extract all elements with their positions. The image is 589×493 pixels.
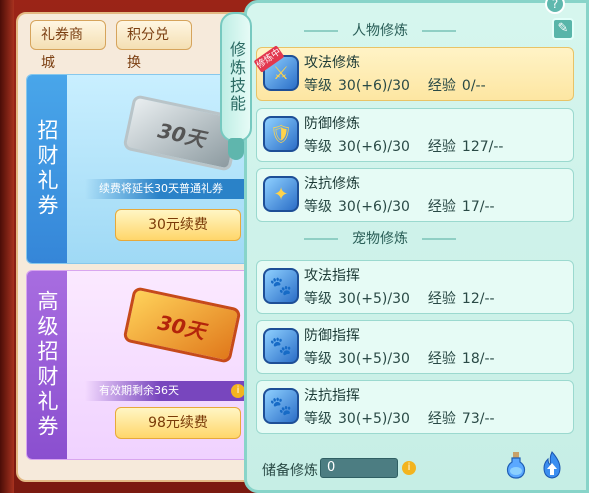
exp-label: 经验 — [427, 139, 456, 155]
info-icon[interactable]: i — [231, 384, 245, 398]
exp-label: 经验 — [427, 351, 456, 367]
premium-coupon-card: 高级招财礼券 30天 有效期剩余36天 i 98元续费 — [26, 270, 258, 460]
skill-row-magic-resist[interactable]: ✦ 法抗修炼 等级 30(+6)/30 经验 17/-- — [256, 168, 574, 222]
level-label: 等级 — [304, 78, 332, 94]
skill-stats: 等级 30(+6)/30 经验 17/-- — [304, 196, 495, 216]
skill-stats: 等级 30(+6)/30 经验 127/-- — [304, 136, 503, 156]
tab-tassel-decoration — [228, 138, 244, 160]
exp-label: 经验 — [427, 199, 456, 215]
exp-value: 18/-- — [461, 351, 495, 367]
info-icon[interactable]: i — [402, 461, 416, 475]
exp-label: 经验 — [427, 291, 456, 307]
level-value: 30(+5)/30 — [338, 351, 410, 367]
exp-value: 127/-- — [461, 139, 504, 155]
skill-stats: 等级 30(+5)/30 经验 73/-- — [304, 408, 495, 428]
skill-name: 法抗指挥 — [304, 388, 360, 404]
level-label: 等级 — [304, 351, 332, 367]
level-value: 30(+6)/30 — [338, 139, 410, 155]
skill-stats: 等级 30(+5)/30 经验 12/-- — [304, 288, 495, 308]
edit-icon[interactable]: ✎ — [552, 18, 574, 40]
magic-shield-icon: ✦ — [263, 176, 299, 212]
card-note: 续费将延长30天普通礼券 — [85, 179, 257, 199]
skill-name: 攻法指挥 — [304, 268, 360, 284]
skill-row-pet-defense[interactable]: 🐾 防御指挥 等级 30(+5)/30 经验 18/-- — [256, 320, 574, 374]
level-label: 等级 — [304, 291, 332, 307]
reserve-value-field: 0 — [320, 458, 398, 478]
skill-stats: 等级 30(+6)/30 经验 0/-- — [304, 75, 486, 95]
level-value: 30(+5)/30 — [338, 411, 410, 427]
flame-upgrade-icon[interactable] — [538, 450, 566, 480]
renew-button[interactable]: 30元续费 — [115, 209, 241, 241]
level-label: 等级 — [304, 139, 332, 155]
shield-icon: 🛡 — [263, 116, 299, 152]
exp-value: 0/-- — [461, 78, 486, 94]
premium-ticket-image: 30天 — [122, 286, 242, 364]
section-character: 人物修炼 — [300, 20, 460, 42]
flame-icon-svg — [543, 451, 561, 479]
exp-value: 17/-- — [461, 199, 495, 215]
skill-row-attack-magic[interactable]: ⚔ 修炼中 攻法修炼 等级 30(+6)/30 经验 0/-- — [253, 45, 574, 101]
skill-name: 法抗修炼 — [304, 176, 360, 192]
tab-points-exchange[interactable]: 积分兑换 — [116, 20, 192, 71]
paw-shield-icon: 🐾 — [263, 328, 299, 364]
skill-name: 防御指挥 — [304, 328, 360, 344]
paw-attack-icon: 🐾 — [263, 268, 299, 304]
skill-name: 防御修炼 — [304, 116, 360, 132]
renew-button[interactable]: 98元续费 — [115, 407, 241, 439]
tab-cultivation-skills[interactable]: 修炼技能 — [220, 12, 252, 142]
potion-icon-svg — [506, 452, 526, 479]
reserve-label: 储备修炼 — [262, 463, 318, 479]
tab-coupon-mall[interactable]: 礼券商城 — [30, 20, 106, 71]
exp-label: 经验 — [427, 78, 456, 94]
section-pet: 宠物修炼 — [300, 228, 460, 250]
exp-label: 经验 — [427, 411, 456, 427]
level-value: 30(+6)/30 — [338, 78, 410, 94]
level-label: 等级 — [304, 199, 332, 215]
level-value: 30(+5)/30 — [338, 291, 410, 307]
side-tab-label: 修炼技能 — [227, 41, 246, 113]
skill-row-pet-attack[interactable]: 🐾 攻法指挥 等级 30(+5)/30 经验 12/-- — [256, 260, 574, 314]
level-value: 30(+6)/30 — [338, 199, 410, 215]
exp-value: 73/-- — [461, 411, 495, 427]
level-label: 等级 — [304, 411, 332, 427]
skill-name: 攻法修炼 — [304, 55, 360, 71]
paw-magic-icon: 🐾 — [263, 388, 299, 424]
exp-value: 12/-- — [461, 291, 495, 307]
potion-icon[interactable] — [503, 450, 529, 480]
skill-row-defense[interactable]: 🛡 防御修炼 等级 30(+6)/30 经验 127/-- — [256, 108, 574, 162]
skill-stats: 等级 30(+5)/30 经验 18/-- — [304, 348, 495, 368]
card-side-title: 招财礼券 — [27, 75, 67, 263]
skill-row-pet-magic-resist[interactable]: 🐾 法抗指挥 等级 30(+5)/30 经验 73/-- — [256, 380, 574, 434]
card-side-title: 高级招财礼券 — [27, 271, 67, 459]
